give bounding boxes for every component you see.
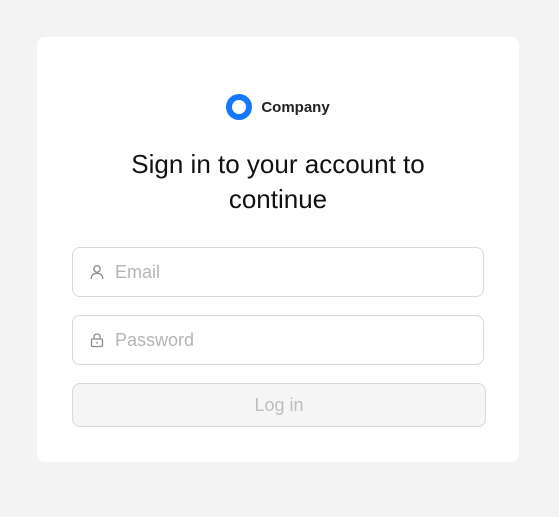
password-input[interactable] <box>115 316 483 364</box>
brand-header: Company <box>37 94 519 120</box>
lock-icon <box>89 332 105 348</box>
login-button[interactable]: Log in <box>72 383 486 427</box>
ring-logo-icon <box>226 94 253 120</box>
login-card: Company Sign in to your account to conti… <box>37 37 519 462</box>
email-field <box>72 247 484 297</box>
user-icon <box>89 264 105 280</box>
page-title: Sign in to your account to continue <box>131 149 425 214</box>
brand-name: Company <box>261 98 330 116</box>
password-field <box>72 315 484 365</box>
email-input[interactable] <box>115 248 483 296</box>
